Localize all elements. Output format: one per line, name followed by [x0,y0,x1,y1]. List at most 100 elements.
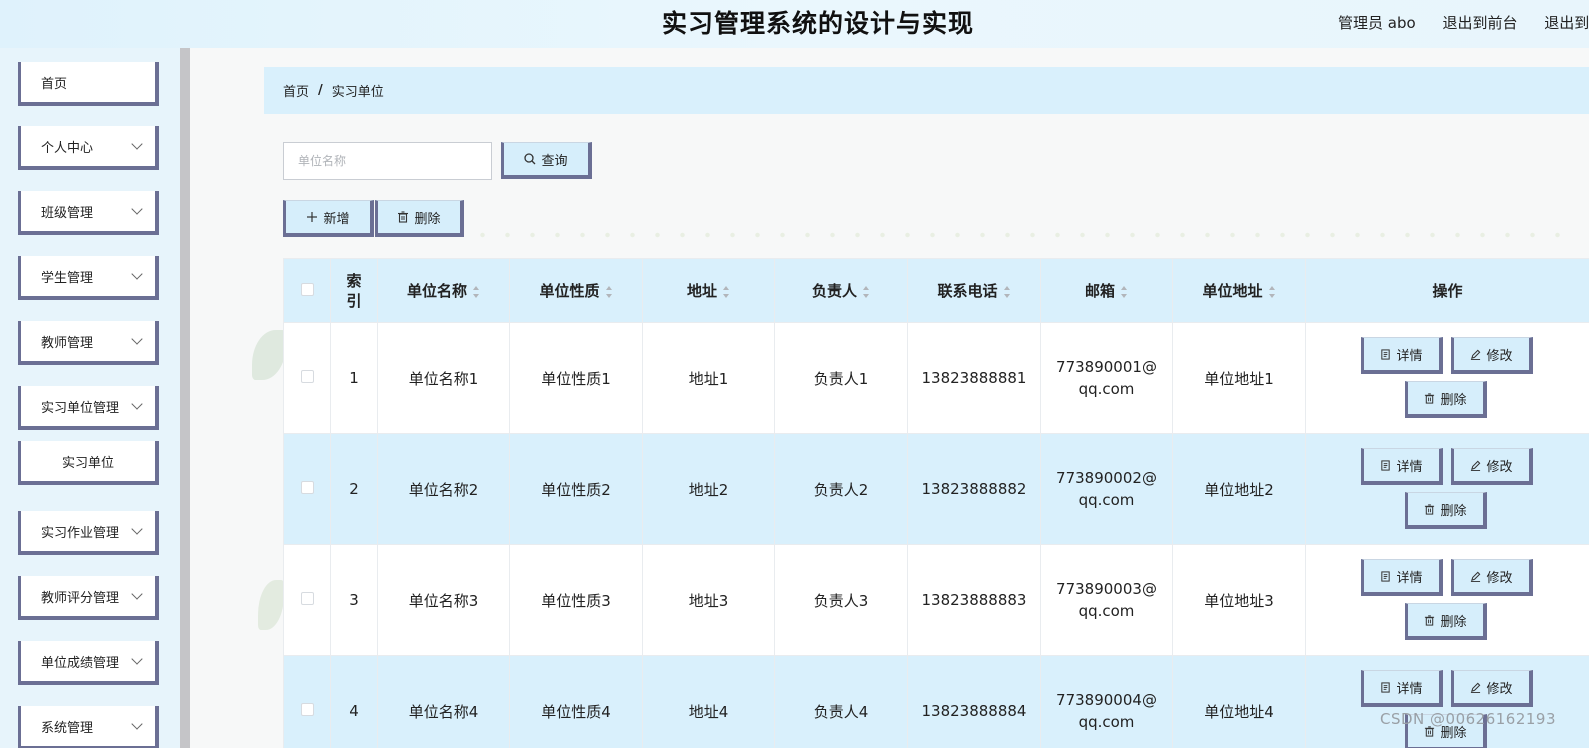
cell-person: 负责人2 [774,433,908,545]
detail-button-label: 详情 [1396,459,1423,475]
table-row: 2 单位名称2 单位性质2 地址2 负责人2 13823888882 773890002@q… [283,433,1589,545]
row-checkbox[interactable] [300,703,314,716]
edit-button[interactable]: 修改 [1451,670,1533,707]
document-icon [1381,681,1391,693]
delete-button[interactable]: 删除 [1405,492,1487,529]
sidebar-item-teacher-scoring-management[interactable]: 教师评分管理 [18,576,159,620]
sidebar-subitem-internship-unit[interactable]: 实习单位 [18,441,159,485]
header-unit-nature[interactable]: 单位性质 [509,258,643,323]
sort-icon[interactable] [473,285,480,298]
breadcrumb-home[interactable]: 首页 [283,81,309,100]
cell-address: 地址1 [642,322,775,434]
sort-icon[interactable] [723,285,730,298]
cell-unit-nature: 单位性质3 [509,544,643,656]
edit-button[interactable]: 修改 [1451,448,1533,485]
cell-index: 1 [330,322,378,434]
row-checkbox[interactable] [300,481,314,494]
cell-operations: 详情 修改删除 [1305,433,1589,545]
header-phone[interactable]: 联系电话 [907,258,1041,323]
chevron-down-icon [131,333,143,345]
cell-unit-address: 单位地址2 [1172,433,1306,545]
sort-icon[interactable] [1268,285,1276,298]
search-icon [524,153,536,165]
internship-unit-table: 索引 单位名称 单位性质 地址 负责人 联系电话 邮箱 单位地址 操作 1 单位名… [283,258,1589,748]
batch-delete-button-label: 删除 [414,211,441,227]
sidebar-scrollbar[interactable] [180,48,190,748]
sidebar-item-student-management[interactable]: 学生管理 [18,256,159,300]
delete-button-label: 删除 [1440,614,1467,630]
detail-button[interactable]: 详情 [1361,448,1443,485]
header-person[interactable]: 负责人 [774,258,908,323]
header-label: 联系电话 [937,282,998,300]
admin-user-label: 管理员 abo [1338,14,1416,32]
sidebar-item-internship-unit-management[interactable]: 实习单位管理 [18,386,159,430]
header-unit-address[interactable]: 单位地址 [1172,258,1306,323]
sidebar-item-internship-homework-management[interactable]: 实习作业管理 [18,511,159,555]
header-address[interactable]: 地址 [642,258,775,323]
cell-unit-name: 单位名称1 [377,322,510,434]
header-index: 索引 [330,258,378,323]
edit-icon [1471,349,1481,360]
row-actions: 详情 修改删除 [1306,434,1589,544]
cell-unit-name: 单位名称4 [377,655,510,748]
breadcrumb: 首页 / 实习单位 [264,67,1589,114]
sidebar-item-personal-center[interactable]: 个人中心 [18,126,159,170]
sidebar-item-label: 实习单位 [61,455,114,471]
delete-button[interactable]: 删除 [1405,381,1487,418]
sidebar-item-label: 系统管理 [41,720,94,736]
row-select-cell [283,544,331,656]
cell-unit-nature: 单位性质2 [509,433,643,545]
table-row: 1 单位名称1 单位性质1 地址1 负责人1 13823888881 773890001@q… [283,322,1589,434]
edit-button[interactable]: 修改 [1451,337,1533,374]
chevron-down-icon [131,398,143,410]
cell-email-text: 773890001@qq.com [1056,358,1157,398]
sidebar-item-unit-grade-management[interactable]: 单位成绩管理 [18,641,159,685]
watermark: CSDN @00626162193 [1380,710,1557,728]
document-icon [1381,459,1391,471]
edit-button[interactable]: 修改 [1451,559,1533,596]
header-label: 地址 [686,282,717,300]
batch-delete-button[interactable]: 删除 [375,200,464,237]
sidebar-item-class-management[interactable]: 班级管理 [18,191,159,235]
exit-to-front-link[interactable]: 退出到前台 [1442,14,1517,32]
cell-person: 负责人1 [774,322,908,434]
cell-phone: 13823888881 [907,322,1041,434]
add-button[interactable]: 新增 [283,200,374,237]
cell-email: 773890002@qq.com [1040,433,1173,545]
cell-unit-name: 单位名称3 [377,544,510,656]
search-button[interactable]: 查询 [501,142,592,179]
row-checkbox[interactable] [300,370,314,383]
sort-icon[interactable] [863,285,870,298]
sort-icon[interactable] [1121,285,1128,298]
row-actions: 详情 修改删除 [1306,545,1589,655]
edit-icon [1471,460,1481,471]
edit-icon [1471,571,1481,582]
cell-unit-nature: 单位性质1 [509,322,643,434]
logout-link[interactable]: 退出到 [1544,14,1589,32]
cell-unit-address: 单位地址1 [1172,322,1306,434]
top-header: 实习管理系统的设计与实现 管理员 abo 退出到前台 退出到 [0,0,1589,48]
sidebar-item-system-management[interactable]: 系统管理 [18,706,159,748]
detail-button-label: 详情 [1396,570,1423,586]
detail-button[interactable]: 详情 [1361,670,1443,707]
row-select-cell [283,433,331,545]
dot-pattern-decoration [470,232,1580,238]
sort-icon[interactable] [605,285,613,298]
detail-button[interactable]: 详情 [1361,559,1443,596]
delete-button[interactable]: 删除 [1405,603,1487,640]
header-email[interactable]: 邮箱 [1040,258,1173,323]
sidebar-item-label: 单位成绩管理 [41,655,120,671]
edit-button-label: 修改 [1486,570,1513,586]
select-all-checkbox[interactable] [300,282,314,296]
sidebar-item-teacher-management[interactable]: 教师管理 [18,321,159,365]
sort-icon[interactable] [1003,285,1011,298]
row-checkbox[interactable] [300,592,314,605]
sidebar-item-home[interactable]: 首页 [18,62,159,106]
cell-email: 773890004@qq.com [1040,655,1173,748]
unit-name-search-input[interactable] [283,142,492,180]
header-unit-name[interactable]: 单位名称 [377,258,510,323]
detail-button[interactable]: 详情 [1361,337,1443,374]
sidebar-item-label: 教师评分管理 [41,590,120,606]
header-label: 邮箱 [1084,282,1115,300]
cell-operations: 详情 修改 删除 [1305,655,1589,748]
